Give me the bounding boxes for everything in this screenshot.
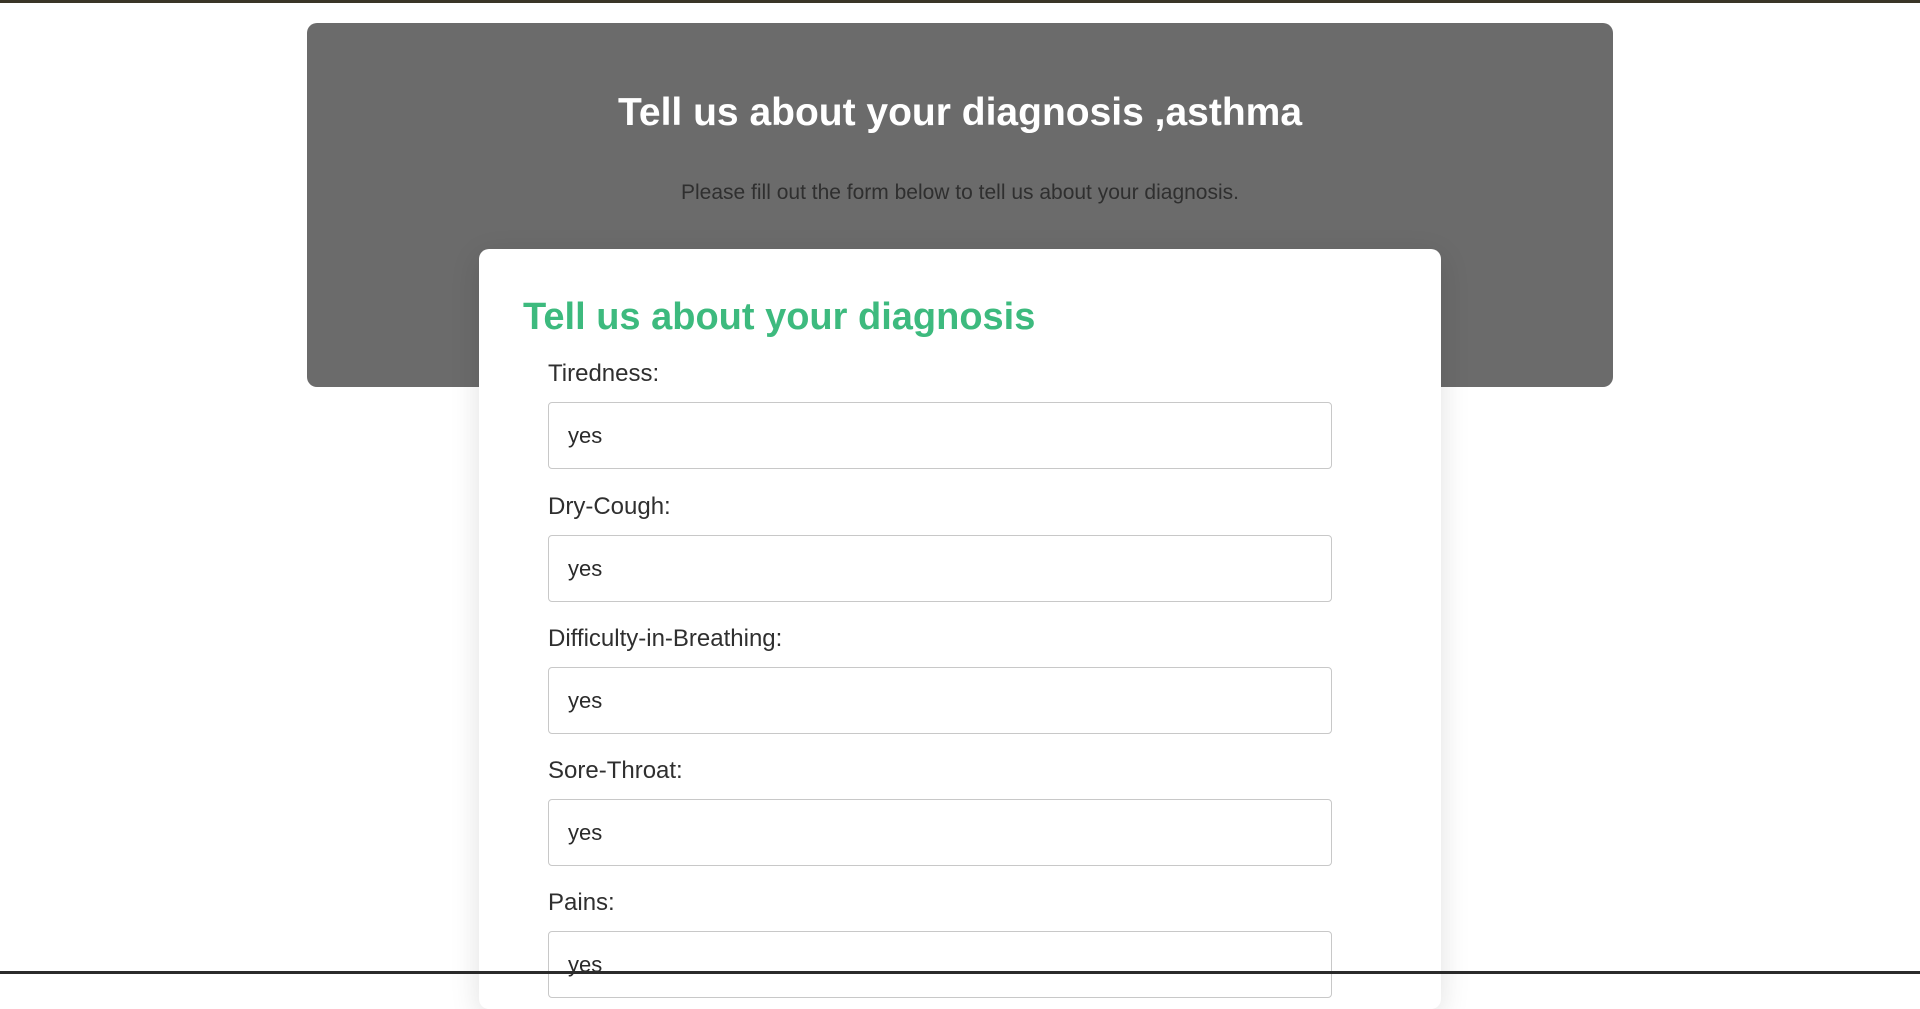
field-pains: Pains: [548, 888, 1332, 998]
sore-throat-label: Sore-Throat: [548, 757, 683, 784]
field-difficulty-in-breathing: Difficulty-in-Breathing: [548, 624, 1332, 734]
difficulty-in-breathing-input[interactable] [548, 667, 1332, 734]
dry-cough-input[interactable] [548, 535, 1332, 602]
sore-throat-input[interactable] [548, 799, 1332, 866]
pains-input[interactable] [548, 931, 1332, 998]
dry-cough-label: Dry-Cough: [548, 493, 671, 520]
pains-label: Pains: [548, 889, 615, 916]
field-dry-cough: Dry-Cough: [548, 492, 1332, 602]
form-title: Tell us about your diagnosis [523, 296, 1036, 338]
diagnosis-form: Tell us about your diagnosis Tiredness: … [479, 249, 1441, 1009]
top-rule [0, 0, 1920, 3]
tiredness-input[interactable] [548, 402, 1332, 469]
field-sore-throat: Sore-Throat: [548, 756, 1332, 866]
field-tiredness: Tiredness: [548, 359, 1332, 469]
hero-subtitle: Please fill out the form below to tell u… [681, 181, 1239, 204]
hero-title: Tell us about your diagnosis ,asthma [617, 91, 1303, 134]
tiredness-label: Tiredness: [548, 360, 660, 387]
difficulty-in-breathing-label: Difficulty-in-Breathing: [548, 625, 783, 652]
